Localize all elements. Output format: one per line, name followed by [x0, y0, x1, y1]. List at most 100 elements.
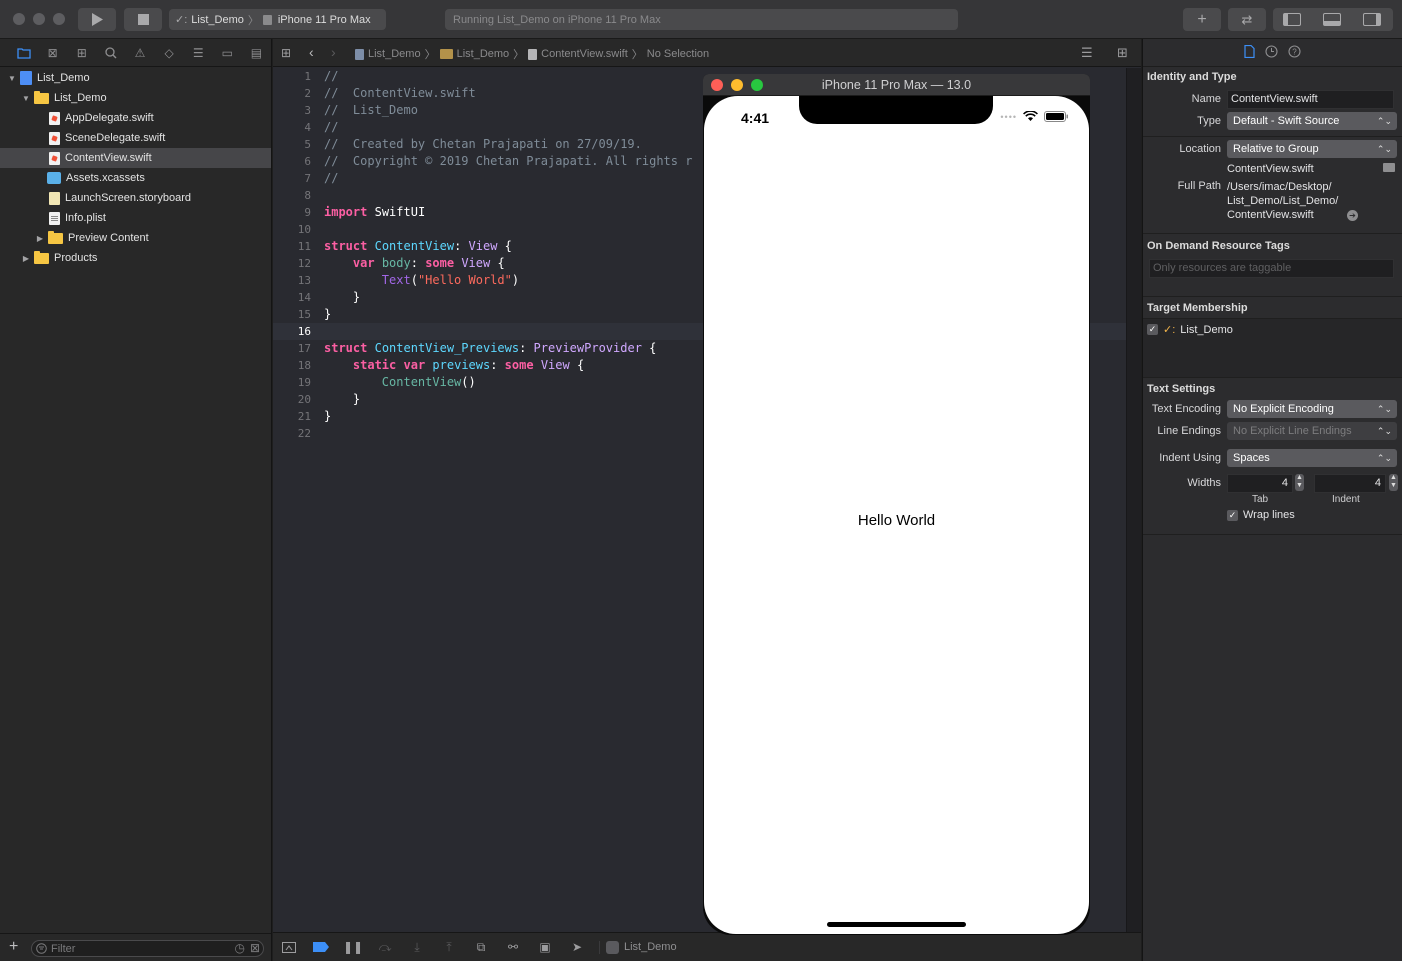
environment-icon: ▣ — [539, 940, 551, 954]
indent-using-popup[interactable]: Spaces ⌃⌄ — [1227, 449, 1397, 467]
tree-item-group[interactable]: ▶ Products — [0, 248, 271, 268]
toggle-inspector-button[interactable] — [1363, 13, 1381, 26]
location-popup[interactable]: Relative to Group ⌃⌄ — [1227, 140, 1397, 158]
tree-item-file[interactable]: LaunchScreen.storyboard — [0, 188, 271, 208]
breakpoint-navigator-tab[interactable]: ▭ — [213, 42, 242, 64]
tree-item-file[interactable]: SceneDelegate.swift — [0, 128, 271, 148]
window-minimize-button[interactable] — [33, 13, 45, 25]
stop-button[interactable] — [124, 8, 162, 31]
tab-width-stepper[interactable]: ▲ ▼ — [1295, 474, 1304, 491]
type-popup[interactable]: Default - Swift Source ⌃⌄ — [1227, 112, 1397, 130]
identity-section-title: Identity and Type — [1147, 71, 1237, 83]
device-screen[interactable]: 4:41 •••• Hello World — [704, 96, 1089, 934]
test-navigator-tab[interactable]: ◇ — [155, 42, 184, 64]
indent-using-row: Indent Using Spaces ⌃⌄ — [1143, 448, 1402, 470]
location-file-name: ContentView.swift — [1227, 163, 1314, 175]
line-number: 12 — [297, 257, 311, 270]
project-navigator-tab[interactable] — [9, 42, 38, 64]
breakpoints-toggle-button[interactable] — [305, 937, 337, 957]
line-endings-popup[interactable]: No Explicit Line Endings ⌃⌄ — [1227, 422, 1397, 440]
widths-label: Widths — [1187, 477, 1221, 489]
line-endings-value: No Explicit Line Endings — [1233, 425, 1352, 437]
recent-files-icon[interactable]: ◷ — [235, 941, 245, 955]
find-navigator-tab[interactable] — [96, 42, 125, 64]
quick-help-tab[interactable]: ? — [1288, 44, 1301, 61]
wrap-lines-toggle[interactable]: ✓ Wrap lines — [1227, 509, 1295, 521]
tree-item-label: Products — [54, 252, 98, 264]
tree-item-group[interactable]: ▼ List_Demo — [0, 88, 271, 108]
simulator-close-button[interactable] — [711, 79, 723, 91]
breadcrumb-group[interactable]: List_Demo — [457, 48, 510, 60]
toggle-debug-area-button[interactable] — [1323, 13, 1341, 26]
target-checkbox[interactable]: ✓ — [1147, 324, 1158, 335]
process-selector[interactable]: List_Demo — [599, 940, 677, 954]
step-over-button[interactable]: ⤼ — [369, 937, 401, 957]
encoding-popup[interactable]: No Explicit Encoding ⌃⌄ — [1227, 400, 1397, 418]
symbol-navigator-tab[interactable]: ⊞ — [67, 42, 96, 64]
source-control-filter-icon[interactable]: ⊠ — [250, 941, 260, 955]
tab-width-field[interactable]: 4 — [1227, 474, 1293, 493]
add-editor-icon[interactable]: ⊞ — [1117, 45, 1128, 61]
environment-overrides-button[interactable]: ▣ — [529, 937, 561, 957]
simulator-titlebar[interactable]: iPhone 11 Pro Max — 13.0 — [703, 74, 1090, 96]
odr-tags-field[interactable]: Only resources are taggable — [1149, 259, 1394, 278]
pause-button[interactable]: ❚❚ — [337, 937, 369, 957]
name-field[interactable]: ContentView.swift — [1227, 90, 1394, 109]
reveal-in-finder-icon[interactable]: ➔ — [1347, 210, 1358, 221]
full-path-line: ContentView.swift — [1227, 209, 1314, 221]
tree-item-file[interactable]: Info.plist — [0, 208, 271, 228]
home-indicator[interactable] — [827, 922, 966, 927]
encoding-label: Text Encoding — [1151, 403, 1221, 415]
line-number: 18 — [297, 359, 311, 372]
scheme-target-label: List_Demo — [191, 13, 244, 26]
code-review-button[interactable]: ⇄ — [1228, 8, 1266, 31]
target-icon: ✓: — [1163, 324, 1176, 336]
history-inspector-tab[interactable] — [1265, 44, 1278, 61]
add-file-button[interactable]: + — [9, 938, 18, 956]
vertical-scrollbar[interactable] — [1126, 68, 1141, 932]
simulate-location-button[interactable]: ➤ — [561, 937, 593, 957]
window-close-button[interactable] — [13, 13, 25, 25]
indent-width-stepper[interactable]: ▲ ▼ — [1389, 474, 1398, 491]
back-button[interactable]: ‹ — [309, 44, 314, 60]
indent-width-field[interactable]: 4 — [1314, 474, 1386, 493]
tree-item-file-selected[interactable]: ContentView.swift — [0, 148, 271, 168]
forward-button[interactable]: › — [331, 44, 336, 60]
target-row[interactable]: ✓ ✓: List_Demo — [1147, 323, 1233, 336]
tree-item-project[interactable]: ▼ List_Demo — [0, 68, 271, 88]
choose-folder-icon[interactable] — [1383, 163, 1395, 172]
step-into-button[interactable]: ⤓ — [401, 937, 433, 957]
breadcrumb-project[interactable]: List_Demo — [368, 48, 421, 60]
related-items-icon[interactable]: ⊞ — [281, 46, 291, 60]
breadcrumb-selection[interactable]: No Selection — [647, 48, 709, 60]
tree-item-file[interactable]: Assets.xcassets — [0, 168, 271, 188]
editor-options-icon[interactable]: ☰ — [1081, 45, 1093, 61]
run-button[interactable] — [78, 8, 116, 31]
library-button[interactable]: + — [1183, 8, 1221, 31]
issue-navigator-tab[interactable]: ⚠ — [125, 42, 154, 64]
disclosure-open-icon: ▼ — [22, 93, 30, 103]
simulator-zoom-button[interactable] — [751, 79, 763, 91]
debug-navigator-tab[interactable]: ☰ — [184, 42, 213, 64]
svg-text:?: ? — [1292, 47, 1297, 56]
memory-graph-button[interactable]: ⚯ — [497, 937, 529, 957]
hide-debug-area-button[interactable] — [273, 937, 305, 957]
stop-icon — [137, 14, 149, 25]
filter-input[interactable]: Filter ◷ ⊠ — [31, 940, 264, 957]
pause-icon: ❚❚ — [342, 940, 364, 954]
file-inspector-tab[interactable] — [1244, 44, 1255, 61]
source-control-tab[interactable]: ⊠ — [38, 42, 67, 64]
indent-using-label: Indent Using — [1159, 452, 1221, 464]
breadcrumb-file[interactable]: ContentView.swift — [541, 48, 628, 60]
tree-item-file[interactable]: AppDelegate.swift — [0, 108, 271, 128]
tree-item-group[interactable]: ▶ Preview Content — [0, 228, 271, 248]
view-debugger-button[interactable]: ⧉ — [465, 937, 497, 957]
step-out-button[interactable]: ⤒ — [433, 937, 465, 957]
wrap-lines-checkbox[interactable]: ✓ — [1227, 509, 1238, 521]
scheme-selector[interactable]: ✓: List_Demo 〉 iPhone 11 Pro Max — [169, 9, 386, 30]
window-zoom-button[interactable] — [53, 13, 65, 25]
inspector-panel: ? Identity and Type Name ContentView.swi… — [1142, 39, 1402, 961]
report-navigator-tab[interactable]: ▤ — [242, 42, 271, 64]
toggle-navigator-button[interactable] — [1283, 13, 1301, 26]
simulator-minimize-button[interactable] — [731, 79, 743, 91]
